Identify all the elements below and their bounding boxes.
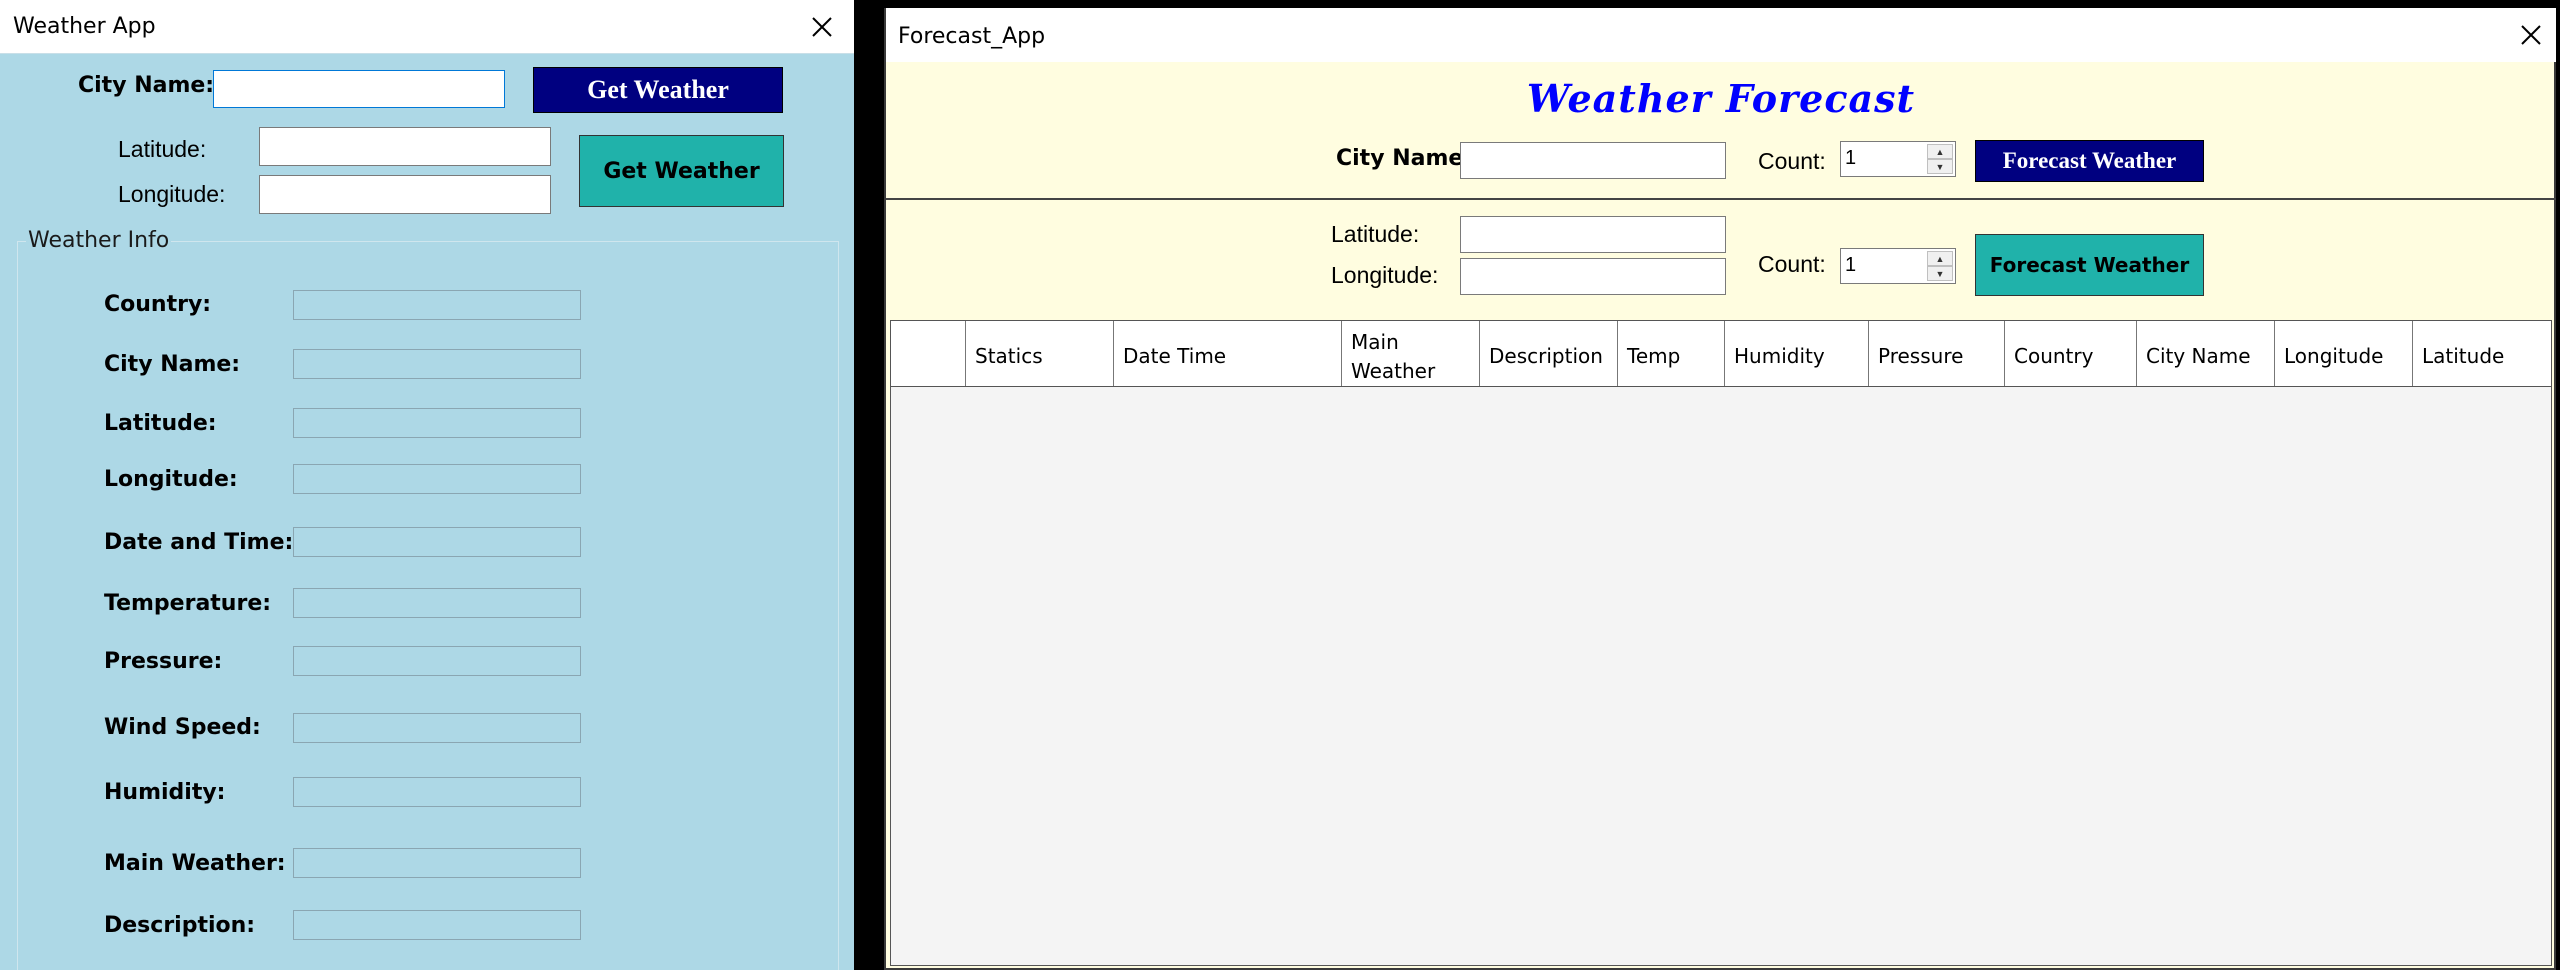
window-title: Forecast_App	[898, 24, 1046, 49]
longitude-label: Longitude:	[118, 181, 226, 207]
temperature-field	[293, 588, 581, 618]
close-icon	[2521, 25, 2541, 45]
main-weather-label: Main Weather:	[104, 851, 286, 876]
close-button[interactable]	[2508, 12, 2554, 58]
date-time-field	[293, 527, 581, 557]
window-title: Weather App	[13, 14, 156, 39]
latitude-info-label: Latitude:	[104, 411, 217, 436]
pressure-label: Pressure:	[104, 649, 223, 674]
wind-speed-field	[293, 713, 581, 743]
column-header-humidity[interactable]: Humidity	[1725, 321, 1869, 386]
forecast-heading: Weather Forecast	[1526, 76, 1916, 121]
humidity-label: Humidity:	[104, 780, 226, 805]
column-header-main-weather[interactable]: Main Weather	[1342, 321, 1480, 386]
description-field	[293, 910, 581, 940]
count-label: Count:	[1758, 148, 1826, 174]
count-stepper[interactable]: 1 ▲ ▼	[1840, 141, 1956, 177]
close-button[interactable]	[799, 4, 845, 50]
column-header-longitude[interactable]: Longitude	[2275, 321, 2413, 386]
title-bar: Forecast_App	[886, 8, 2556, 62]
wind-speed-label: Wind Speed:	[104, 715, 261, 740]
column-header-latitude[interactable]: Latitude	[2413, 321, 2531, 386]
main-weather-field	[293, 848, 581, 878]
longitude-label: Longitude:	[1331, 262, 1439, 288]
count-stepper[interactable]: 1 ▲ ▼	[1840, 248, 1956, 284]
stepper-arrows: ▲ ▼	[1927, 144, 1953, 174]
humidity-field	[293, 777, 581, 807]
column-header-temp[interactable]: Temp	[1618, 321, 1725, 386]
temperature-label: Temperature:	[104, 591, 272, 616]
count-label: Count:	[1758, 251, 1826, 277]
latitude-label: Latitude:	[118, 136, 207, 162]
latitude-label: Latitude:	[1331, 221, 1420, 247]
city-name-label: City Name:	[78, 73, 215, 98]
title-bar: Weather App	[0, 0, 854, 54]
forecast-coords-button[interactable]: Forecast Weather	[1975, 234, 2204, 296]
longitude-info-label: Longitude:	[104, 467, 238, 492]
chevron-up-icon[interactable]: ▲	[1927, 251, 1953, 266]
forecast-grid[interactable]: Statics Date Time Main Weather Descripti…	[890, 320, 2552, 966]
get-weather-coords-button[interactable]: Get Weather	[579, 135, 784, 207]
description-label: Description:	[104, 913, 256, 938]
city-name-input[interactable]	[1460, 142, 1726, 179]
column-header-country[interactable]: Country	[2005, 321, 2137, 386]
country-field	[293, 290, 581, 320]
grid-header: Statics Date Time Main Weather Descripti…	[891, 321, 2551, 387]
close-icon	[812, 17, 832, 37]
country-label: Country:	[104, 292, 212, 317]
get-weather-city-button[interactable]: Get Weather	[533, 67, 783, 113]
city-name-label: City Name:	[1336, 146, 1473, 171]
date-time-label: Date and Time:	[104, 530, 294, 555]
latitude-field	[293, 408, 581, 438]
column-header-date-time[interactable]: Date Time	[1114, 321, 1342, 386]
count-value: 1	[1845, 254, 1857, 276]
longitude-field	[293, 464, 581, 494]
count-value: 1	[1845, 147, 1857, 169]
column-header-description[interactable]: Description	[1480, 321, 1618, 386]
column-header-city-name[interactable]: City Name	[2137, 321, 2275, 386]
row-header-column[interactable]	[891, 321, 966, 386]
latitude-input[interactable]	[1460, 216, 1726, 253]
forecast-city-button[interactable]: Forecast Weather	[1975, 140, 2204, 182]
column-header-statics[interactable]: Statics	[966, 321, 1114, 386]
column-header-pressure[interactable]: Pressure	[1869, 321, 2005, 386]
longitude-input[interactable]	[1460, 258, 1726, 295]
chevron-down-icon[interactable]: ▼	[1927, 159, 1953, 174]
pressure-field	[293, 646, 581, 676]
weather-info-title: Weather Info	[26, 228, 172, 253]
weather-app-window: Weather App City Name: Get Weather Latit…	[0, 0, 854, 970]
forecast-app-window: Forecast_App Weather Forecast City Name:…	[884, 8, 2556, 970]
city-name-input[interactable]	[213, 70, 505, 108]
city-name-info-label: City Name:	[104, 352, 241, 377]
chevron-down-icon[interactable]: ▼	[1927, 266, 1953, 281]
latitude-input[interactable]	[259, 127, 551, 166]
stepper-arrows: ▲ ▼	[1927, 251, 1953, 281]
chevron-up-icon[interactable]: ▲	[1927, 144, 1953, 159]
longitude-input[interactable]	[259, 175, 551, 214]
city-name-field	[293, 349, 581, 379]
section-divider	[886, 198, 2556, 200]
